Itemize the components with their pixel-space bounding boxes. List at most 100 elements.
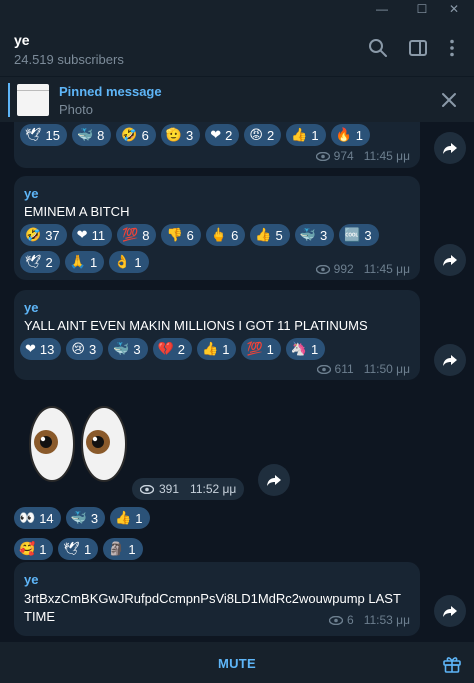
reaction-chip[interactable]: 🕊 15 (20, 124, 67, 146)
sticker-meta: 391 11:52 μμ (132, 478, 245, 500)
reaction-chip[interactable]: 🥰 1 (14, 538, 54, 560)
reaction-count: 8 (142, 227, 150, 243)
chat-header[interactable]: ye 24.519 subscribers (0, 20, 474, 76)
reaction-chip[interactable]: 👍 1 (197, 338, 237, 360)
share-button[interactable] (258, 464, 290, 496)
message-time: 11:45 μμ (363, 262, 410, 276)
view-count: 391 (159, 482, 180, 496)
message-list[interactable]: 🕊 15 🐳 8 🤣 6 🫡 3 ❤ 2 😡 2 👍 1 🔥 1 974 11:45 μμ ye EMINEM… (0, 122, 474, 642)
share-button[interactable] (434, 244, 466, 276)
reaction-emoji: 🐳 (299, 227, 316, 243)
reaction-chip[interactable]: 💯 1 (241, 338, 281, 360)
reaction-chip[interactable]: 👀 14 (14, 507, 61, 529)
message-time: 11:45 μμ (363, 149, 410, 163)
pinned-title: Pinned message (59, 84, 162, 99)
reaction-emoji: ❤ (210, 127, 222, 143)
reaction-count: 1 (222, 341, 230, 357)
reaction-count: 1 (89, 254, 98, 270)
reaction-chip[interactable]: 👍 5 (250, 224, 290, 246)
view-count: 6 (347, 613, 354, 627)
reaction-count: 6 (231, 227, 239, 243)
message-text: EMINEM A BITCH (24, 204, 130, 219)
message-text: 3rtBxzCmBKGwJRufpdCcmpnPsVi8LD1MdRc2wouw… (24, 591, 401, 606)
message-bubble[interactable]: ye YALL AINT EVEN MAKIN MILLIONS I GOT 1… (14, 290, 420, 380)
reaction-chip[interactable]: ❤ 2 (205, 124, 240, 146)
forward-icon (443, 143, 457, 154)
sender-name: ye (24, 186, 39, 201)
reaction-chip[interactable]: 👍 1 (286, 124, 326, 146)
reaction-emoji: 😢 (71, 341, 85, 357)
gift-icon[interactable] (442, 654, 462, 674)
reaction-count: 11 (91, 227, 106, 243)
reaction-count: 3 (364, 227, 372, 243)
reaction-emoji: 👎 (166, 227, 183, 243)
reaction-chip[interactable]: 💯 8 (117, 224, 157, 246)
message-time: 11:52 μμ (190, 482, 237, 496)
mute-button[interactable]: MUTE (0, 642, 474, 683)
reaction-list: ❤ 13 😢 3 🐳 3 💔 2 👍 1 💯 1 🦄 1 (20, 338, 420, 360)
reaction-chip[interactable]: 🙏 1 (64, 251, 105, 273)
reaction-chip[interactable]: ❤ 13 (20, 338, 62, 360)
reaction-chip[interactable]: 🗿 1 (103, 538, 143, 560)
eyes-sticker[interactable] (26, 404, 130, 484)
reaction-count: 3 (90, 510, 99, 526)
reaction-emoji: ❤ (76, 227, 88, 243)
reaction-chip[interactable]: 🕊 2 (20, 251, 60, 273)
reaction-chip[interactable]: 🦄 1 (285, 338, 326, 360)
reaction-chip[interactable]: 👌 1 (109, 251, 149, 273)
reaction-chip[interactable]: 👍 1 (110, 507, 150, 529)
reaction-emoji: 🦄 (290, 341, 308, 357)
close-window-button[interactable]: ✕ (434, 0, 474, 20)
reaction-count: 1 (39, 541, 47, 557)
reaction-chip[interactable]: 🖕 6 (205, 224, 246, 246)
reaction-chip[interactable]: 🆒 3 (339, 224, 379, 246)
reaction-chip[interactable]: 🤣 37 (20, 224, 67, 246)
message-time: 11:50 μμ (363, 362, 410, 376)
reaction-chip[interactable]: 💔 2 (152, 338, 193, 360)
forward-icon (443, 355, 457, 366)
minimize-button[interactable]: — (362, 0, 402, 20)
reaction-emoji: 👀 (19, 510, 36, 526)
sender-name: ye (24, 572, 39, 587)
reaction-count: 1 (266, 341, 274, 357)
message-meta: 611 11:50 μμ (316, 362, 410, 376)
reaction-chip[interactable]: 🐳 3 (108, 338, 148, 360)
reaction-chip[interactable]: 😡 2 (244, 124, 282, 146)
pinned-message-bar[interactable]: Pinned message Photo (0, 76, 474, 122)
more-icon[interactable] (440, 36, 464, 60)
reaction-chip[interactable]: 🐳 3 (294, 224, 335, 246)
message-bubble[interactable]: 🕊 15 🐳 8 🤣 6 🫡 3 ❤ 2 😡 2 👍 1 🔥 1 974 11:45 μμ (14, 122, 420, 168)
reaction-count: 2 (266, 127, 275, 143)
reaction-chip[interactable]: 🕊 1 (58, 538, 99, 560)
window-titlebar: — ☐ ✕ (0, 0, 474, 20)
reaction-chip[interactable]: 🫡 3 (160, 124, 201, 146)
reaction-chip[interactable]: 🔥 1 (330, 124, 371, 146)
share-button[interactable] (434, 132, 466, 164)
reaction-emoji: 🐳 (76, 127, 94, 143)
reaction-emoji: 🫡 (165, 127, 183, 143)
share-button[interactable] (434, 344, 466, 376)
reaction-emoji: 💯 (122, 227, 139, 243)
reaction-chip[interactable]: ❤ 11 (71, 224, 113, 246)
reaction-count: 2 (225, 127, 233, 143)
reaction-emoji: 🤣 (25, 227, 42, 243)
views-icon (315, 151, 330, 161)
message-text-line2: TIME (24, 609, 56, 624)
message-bubble[interactable]: ye EMINEM A BITCH 🤣 37 ❤ 11 💯 8 👎 6 🖕 6 👍 5 🐳 3 🆒 3 🕊 2 🙏 1… (14, 176, 420, 280)
view-count: 992 (333, 262, 354, 276)
reaction-count: 1 (134, 254, 142, 270)
message-bubble[interactable]: ye 3rtBxzCmBKGwJRufpdCcmpnPsVi8LD1MdRc2w… (14, 562, 420, 636)
search-icon[interactable] (366, 36, 390, 60)
share-button[interactable] (434, 595, 466, 627)
reaction-chip[interactable]: 😢 3 (66, 338, 104, 360)
sidebar-toggle-icon[interactable] (406, 36, 430, 60)
views-icon (316, 364, 331, 374)
sender-name: ye (24, 300, 39, 315)
reaction-chip[interactable]: 🐳 3 (65, 507, 106, 529)
reaction-chip[interactable]: 🐳 8 (71, 124, 112, 146)
reaction-chip[interactable]: 👎 6 (161, 224, 201, 246)
close-icon[interactable] (438, 89, 460, 111)
reaction-count: 1 (355, 127, 364, 143)
reaction-list: 🕊 15 🐳 8 🤣 6 🫡 3 ❤ 2 😡 2 👍 1 🔥 1 (20, 124, 416, 146)
reaction-chip[interactable]: 🤣 6 (116, 124, 156, 146)
